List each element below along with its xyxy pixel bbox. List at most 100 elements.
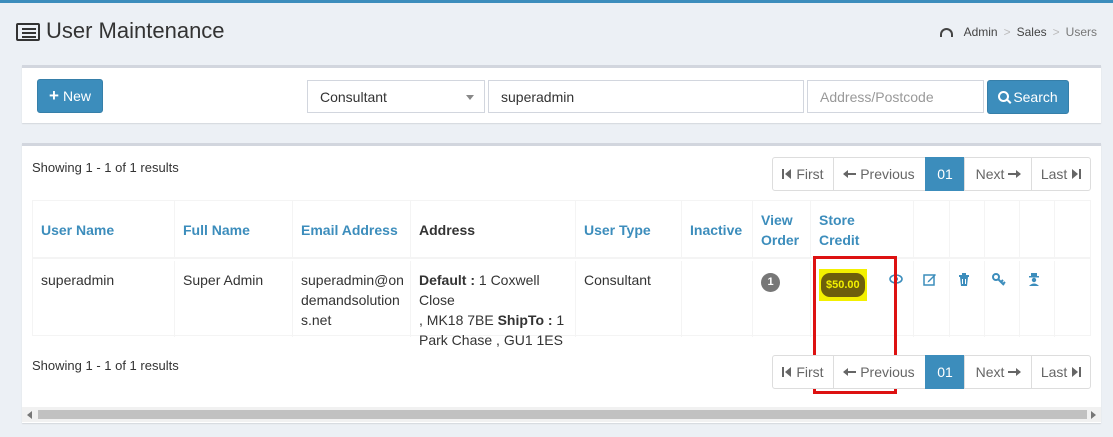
cell-email-line3: s.net	[301, 312, 332, 328]
header-store-credit-line1: Store	[819, 212, 855, 228]
trash-icon[interactable]	[958, 273, 970, 286]
header-user-type[interactable]: User Type	[576, 201, 682, 259]
address-shipto-text-2: Park Chase , GU1 1ES	[419, 332, 563, 348]
pagination-first-label: First	[796, 364, 824, 380]
address-shipto-label: ShipTo :	[497, 312, 553, 328]
arrow-left-icon	[843, 170, 857, 178]
pagination-first[interactable]: First	[772, 355, 834, 389]
cell-email: superadmin@on demandsolution s.net	[293, 261, 411, 337]
cell-view-order: 1	[753, 261, 811, 337]
last-icon	[1079, 367, 1082, 377]
header-store-credit[interactable]: Store Credit	[811, 201, 914, 259]
caret-left-icon	[785, 169, 792, 179]
header-action-edit	[950, 201, 985, 259]
results-count-bottom: Showing 1 - 1 of 1 results	[32, 358, 179, 373]
header-full-name[interactable]: Full Name	[175, 201, 293, 259]
horizontal-scrollbar[interactable]	[22, 407, 1101, 422]
cell-action-user	[1055, 261, 1091, 337]
header-email-address[interactable]: Email Address	[293, 201, 411, 259]
address-default-label: Default :	[419, 272, 475, 288]
page-title: User Maintenance	[46, 18, 225, 43]
dashboard-icon	[939, 27, 953, 37]
scroll-right-icon[interactable]	[1091, 411, 1096, 419]
user-type-value: Consultant	[320, 88, 387, 105]
arrow-left-icon	[843, 368, 857, 376]
caret-right-icon	[1072, 169, 1079, 179]
users-table: User Name Full Name Email Address Addres…	[32, 200, 1091, 394]
pagination-last[interactable]: Last	[1031, 355, 1091, 389]
search-input-value: superadmin	[501, 88, 575, 105]
key-icon[interactable]	[992, 273, 1006, 286]
arrow-right-icon	[1008, 170, 1022, 178]
scroll-left-icon[interactable]	[27, 411, 32, 419]
cell-email-line1: superadmin@on	[301, 272, 404, 288]
address-default-text-2: , MK18 7BE	[419, 312, 498, 328]
breadcrumb-users: Users	[1065, 25, 1097, 39]
header-view-order-line2: Order	[761, 232, 800, 248]
cell-inactive	[682, 261, 753, 337]
header-action-delete	[985, 201, 1020, 259]
cell-full-name: Super Admin	[175, 261, 293, 337]
filter-panel: + New Consultant superadmin Address/Post…	[22, 65, 1101, 123]
pagination-next[interactable]: Next	[964, 157, 1032, 191]
pagination-previous[interactable]: Previous	[833, 157, 926, 191]
view-order-badge[interactable]: 1	[761, 273, 780, 292]
search-input[interactable]: superadmin	[488, 80, 804, 113]
content-header: User Maintenance Admin > Sales > Users	[16, 17, 1097, 49]
last-icon	[1079, 169, 1082, 179]
pagination-last[interactable]: Last	[1031, 157, 1091, 191]
header-user-name[interactable]: User Name	[33, 201, 175, 259]
pagination-bottom: First Previous 01 Next Last	[772, 355, 1091, 389]
arrow-right-icon	[1008, 368, 1022, 376]
header-action-view	[914, 201, 950, 259]
caret-left-icon	[785, 367, 792, 377]
header-view-order[interactable]: View Order	[753, 201, 811, 259]
chevron-down-icon	[466, 95, 474, 100]
header-action-key	[1020, 201, 1055, 259]
pagination-next[interactable]: Next	[964, 355, 1032, 389]
edit-icon[interactable]	[923, 273, 937, 286]
address-postcode-input[interactable]: Address/Postcode	[807, 80, 984, 113]
header-action-user	[1055, 201, 1091, 259]
breadcrumb-sales[interactable]: Sales	[1017, 25, 1047, 39]
search-icon	[998, 90, 1010, 102]
breadcrumb-separator: >	[1052, 25, 1060, 39]
breadcrumb: Admin > Sales > Users	[939, 25, 1097, 39]
first-icon	[782, 367, 785, 377]
pagination-current[interactable]: 01	[925, 355, 965, 389]
search-button-label: Search	[1013, 89, 1058, 105]
cell-address: Default : 1 Coxwell Close , MK18 7BE Shi…	[411, 261, 576, 348]
new-user-button[interactable]: + New	[37, 79, 103, 113]
pagination-previous-label: Previous	[860, 364, 915, 380]
cell-user-name: superadmin	[33, 261, 175, 337]
pagination-last-label: Last	[1040, 166, 1068, 182]
pagination-last-label: Last	[1040, 364, 1068, 380]
new-button-label: New	[62, 88, 91, 104]
first-icon	[782, 169, 785, 179]
header-view-order-line1: View	[761, 212, 793, 228]
results-count-top: Showing 1 - 1 of 1 results	[32, 160, 179, 175]
address-shipto-text: 1	[552, 312, 565, 328]
address-postcode-placeholder: Address/Postcode	[820, 88, 934, 105]
table-header-row: User Name Full Name Email Address Addres…	[33, 201, 1090, 259]
header-inactive[interactable]: Inactive	[682, 201, 753, 259]
scrollbar-thumb[interactable]	[38, 410, 1087, 419]
breadcrumb-admin[interactable]: Admin	[964, 25, 998, 39]
cell-email-line2: demandsolution	[301, 292, 400, 308]
user-type-select[interactable]: Consultant	[307, 80, 485, 113]
list-icon	[16, 23, 40, 41]
pagination-previous[interactable]: Previous	[833, 355, 926, 389]
pagination-first-label: First	[796, 166, 824, 182]
pagination-first[interactable]: First	[772, 157, 834, 191]
breadcrumb-separator: >	[1003, 25, 1011, 39]
cell-user-type: Consultant	[576, 261, 682, 337]
pagination-top: First Previous 01 Next Last	[772, 157, 1091, 191]
search-button[interactable]: Search	[987, 80, 1069, 114]
pagination-next-label: Next	[975, 364, 1005, 380]
results-panel: Showing 1 - 1 of 1 results First Previou…	[22, 143, 1101, 423]
user-secret-icon[interactable]	[1028, 273, 1040, 286]
pagination-current[interactable]: 01	[925, 157, 965, 191]
pagination-previous-label: Previous	[860, 166, 915, 182]
pagination-next-label: Next	[975, 166, 1005, 182]
header-address: Address	[411, 201, 576, 259]
